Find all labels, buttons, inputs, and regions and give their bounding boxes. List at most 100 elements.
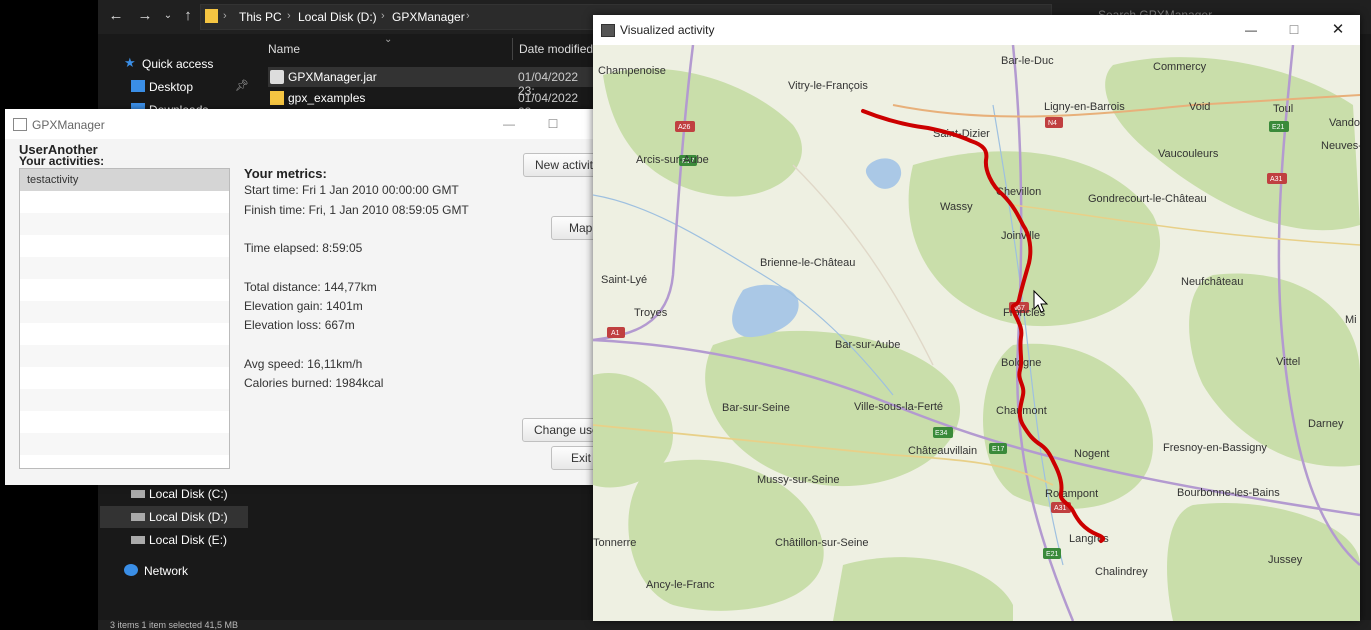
java-file-icon xyxy=(270,70,284,84)
place-label: Mi xyxy=(1345,314,1357,326)
folder-icon xyxy=(205,9,218,23)
place-label: Troyes xyxy=(634,307,668,319)
gpxmanager-titlebar[interactable]: GPXManager — ☐ xyxy=(5,109,593,139)
place-label: Toul xyxy=(1273,103,1293,115)
drive-icon xyxy=(131,513,145,521)
list-item xyxy=(20,191,229,213)
nav-desktop-label: Desktop xyxy=(149,80,194,94)
sort-chevron-icon: ⌄ xyxy=(384,34,393,45)
place-label: Champenoise xyxy=(598,65,666,77)
maximize-icon[interactable]: ☐ xyxy=(543,115,563,133)
desktop-icon xyxy=(131,80,145,92)
map-view[interactable]: A26 E17 N4 E21 A31 A1 E34 E17 A31 E21 N6… xyxy=(593,45,1360,621)
nav-local-disk-e[interactable]: Local Disk (E:) xyxy=(100,529,248,551)
start-time: Start time: Fri 1 Jan 2010 00:00:00 GMT xyxy=(244,183,459,197)
place-label: Gondrecourt-le-Château xyxy=(1088,193,1207,205)
place-label: Joinville xyxy=(1001,230,1040,242)
place-label: Chalindrey xyxy=(1095,566,1148,578)
minimize-icon[interactable]: — xyxy=(499,115,519,133)
status-bar: 3 items 1 item selected 41,5 MB xyxy=(98,620,1371,630)
place-label: Arcis-sur-Aube xyxy=(636,154,709,166)
breadcrumb-gpxmanager[interactable]: GPXManager xyxy=(392,10,465,24)
place-label: Void xyxy=(1189,101,1210,113)
place-label: Neufchâteau xyxy=(1181,276,1243,288)
avg-speed: Avg speed: 16,11km/h xyxy=(244,357,363,371)
place-label: Vitry-le-François xyxy=(788,80,868,92)
place-label: Fresnoy-en-Bassigny xyxy=(1163,442,1267,454)
list-item xyxy=(20,257,229,279)
change-user-button[interactable]: Change user xyxy=(522,418,602,442)
list-item xyxy=(20,213,229,235)
folder-icon xyxy=(270,91,284,105)
place-label: Commercy xyxy=(1153,61,1207,73)
list-item xyxy=(20,235,229,257)
road-shield-label: E17 xyxy=(992,446,1005,453)
drive-icon xyxy=(131,536,145,544)
nav-desktop[interactable]: Desktop 📌︎ xyxy=(100,76,249,98)
pin-icon: 📌︎ xyxy=(235,80,249,92)
place-label: Ville-sous-la-Ferté xyxy=(854,401,943,413)
metrics-title: Your metrics: xyxy=(244,166,327,181)
place-label: Wassy xyxy=(940,201,973,213)
nav-disk-d-label: Local Disk (D:) xyxy=(149,510,228,524)
place-label: Châtillon-sur-Seine xyxy=(775,537,869,549)
place-label: Vittel xyxy=(1276,356,1300,368)
place-label: Neuves- xyxy=(1321,140,1360,152)
place-label: Saint-Lyé xyxy=(601,274,647,286)
visualized-activity-titlebar[interactable]: Visualized activity — ☐ ✕ xyxy=(593,15,1360,45)
breadcrumb-local-disk-d[interactable]: Local Disk (D:) xyxy=(298,10,377,24)
place-label: Bar-sur-Seine xyxy=(722,402,790,414)
list-item[interactable]: testactivity xyxy=(20,169,229,191)
network-icon xyxy=(124,564,138,576)
close-icon[interactable]: ✕ xyxy=(1328,21,1348,39)
column-date-modified[interactable]: Date modified xyxy=(519,42,593,56)
road-shield-label: E34 xyxy=(935,430,948,437)
visualized-activity-window: Visualized activity — ☐ ✕ A26 E17 N4 E21… xyxy=(593,15,1360,621)
place-label: Darney xyxy=(1308,418,1344,430)
elevation-gain: Elevation gain: 1401m xyxy=(244,299,363,313)
new-activity-button[interactable]: New activity xyxy=(523,153,602,177)
road-shield-label: A31 xyxy=(1054,505,1067,512)
nav-quick-access[interactable]: ★ Quick access xyxy=(100,53,248,75)
place-label: Ancy-le-Franc xyxy=(646,579,715,591)
list-item xyxy=(20,433,229,455)
list-item xyxy=(20,389,229,411)
recent-locations-chevron-icon[interactable]: ⌄ xyxy=(158,6,178,26)
list-item xyxy=(20,323,229,345)
list-item xyxy=(20,279,229,301)
back-arrow-icon[interactable]: ← xyxy=(106,6,126,26)
window-title: GPXManager xyxy=(32,118,105,132)
list-item xyxy=(20,411,229,433)
calories-burned: Calories burned: 1984kcal xyxy=(244,376,384,390)
place-label: Bar-sur-Aube xyxy=(835,339,900,351)
forward-arrow-icon[interactable]: → xyxy=(135,6,155,26)
maximize-icon[interactable]: ☐ xyxy=(1284,21,1304,39)
nav-local-disk-c[interactable]: Local Disk (C:) xyxy=(100,483,248,505)
nav-network[interactable]: Network xyxy=(100,560,248,582)
window-title: Visualized activity xyxy=(620,23,715,37)
file-row[interactable]: GPXManager.jar 01/04/2022 23: xyxy=(268,67,598,98)
nav-quick-access-label: Quick access xyxy=(142,57,214,71)
place-label: Tonnerre xyxy=(593,537,636,549)
star-icon: ★ xyxy=(124,55,136,70)
breadcrumb-this-pc[interactable]: This PC xyxy=(239,10,282,24)
list-item xyxy=(20,301,229,323)
road-shield-label: N4 xyxy=(1048,120,1057,127)
app-icon xyxy=(13,118,27,131)
time-elapsed: Time elapsed: 8:59:05 xyxy=(244,241,363,255)
list-item xyxy=(20,367,229,389)
finish-time: Finish time: Fri, 1 Jan 2010 08:59:05 GM… xyxy=(244,203,469,217)
place-label: Rolampont xyxy=(1045,488,1098,500)
road-shield-label: E21 xyxy=(1272,124,1285,131)
column-name[interactable]: Name xyxy=(268,42,300,56)
up-arrow-icon[interactable]: ↑ xyxy=(178,6,198,26)
road-shield-label: A26 xyxy=(678,124,691,131)
place-label: Jussey xyxy=(1268,554,1303,566)
nav-local-disk-d[interactable]: Local Disk (D:) xyxy=(100,506,248,528)
place-label: Mussy-sur-Seine xyxy=(757,474,840,486)
place-label: Nogent xyxy=(1074,448,1109,460)
road-shield-label: A31 xyxy=(1270,176,1283,183)
minimize-icon[interactable]: — xyxy=(1241,21,1261,39)
activities-list[interactable]: testactivity xyxy=(19,168,230,469)
file-row[interactable]: gpx_examples 01/04/2022 23: xyxy=(268,88,598,119)
